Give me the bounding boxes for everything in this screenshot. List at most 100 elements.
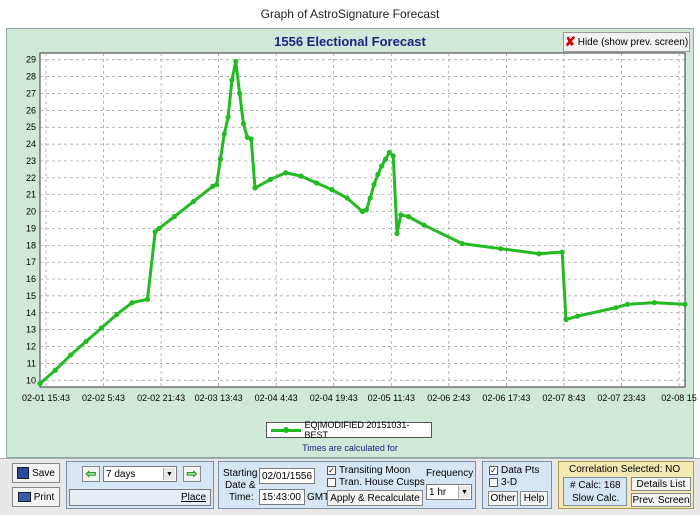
data-point (171, 214, 177, 220)
data-pts-checkbox[interactable]: ✓ Data Pts (489, 465, 539, 476)
data-point (313, 180, 320, 186)
tran-house-cusps-checkbox[interactable]: Tran. House Cusps (327, 477, 425, 488)
data-point (367, 195, 373, 201)
data-point (240, 121, 247, 127)
x-tick-label: 02-02 21:43 (137, 393, 185, 403)
data-point (563, 316, 569, 323)
date-input[interactable]: 02/01/1556 (259, 468, 315, 484)
data-point (613, 305, 619, 311)
y-tick-label: 13 (26, 325, 36, 335)
data-point (559, 249, 565, 255)
y-tick-label: 18 (26, 240, 36, 250)
right-arrow-icon: ⇨ (186, 466, 198, 481)
y-tick-label: 23 (26, 156, 36, 166)
data-point (405, 214, 412, 220)
x-tick-label: 02-07 23:43 (597, 393, 645, 403)
gmt-label: GMT (307, 492, 330, 503)
slow-calc-label: Slow Calc. (572, 493, 620, 504)
three-d-checkbox[interactable]: 3-D (489, 477, 517, 488)
data-point (68, 352, 74, 358)
prev-screen-button[interactable]: Prev. Screen (631, 493, 691, 507)
forward-arrow-button[interactable]: ⇨ (183, 466, 201, 482)
y-tick-label: 25 (26, 122, 36, 132)
correlation-status: Correlation Selected: NO (569, 464, 681, 475)
print-button[interactable]: Print (12, 487, 60, 507)
y-tick-labels: 10 11 12 13 14 15 16 17 18 19 20 21 22 23 24 25 26 27 28 29 (26, 55, 36, 386)
checkbox-empty-icon (327, 477, 336, 487)
data-point (233, 58, 239, 65)
data-point (398, 212, 404, 218)
place-field[interactable]: Place (69, 489, 211, 506)
data-point (248, 136, 254, 142)
y-tick-label: 20 (26, 207, 36, 217)
details-list-button[interactable]: Details List (631, 477, 691, 491)
transiting-moon-checkbox[interactable]: ✓ Transiting Moon (327, 465, 410, 476)
display-options-panel: ✓ Data Pts 3-D Other Help (482, 461, 552, 509)
chevron-down-icon: ▼ (163, 468, 175, 480)
data-point (283, 170, 289, 176)
data-point (651, 300, 657, 306)
legend-swatch (271, 426, 301, 433)
x-tick-label: 02-07 8:43 (542, 393, 585, 403)
data-point (214, 181, 220, 188)
data-point (252, 185, 258, 191)
checkbox-empty-icon (489, 477, 498, 487)
calc-box: # Calc: 168 Slow Calc. (563, 477, 627, 506)
x-tick-label: 02-02 5:43 (82, 393, 125, 403)
other-button[interactable]: Other (488, 491, 518, 506)
data-point (52, 367, 58, 373)
transiting-moon-label: Transiting Moon (339, 465, 411, 476)
save-button[interactable]: Save (12, 463, 60, 483)
correlation-panel: Correlation Selected: NO # Calc: 168 Slo… (558, 461, 694, 509)
data-point (421, 222, 427, 228)
data-point (114, 311, 120, 318)
tran-house-cusps-label: Tran. House Cusps (339, 477, 425, 488)
y-tick-label: 10 (26, 375, 36, 385)
data-point (83, 338, 89, 345)
back-arrow-button[interactable]: ⇦ (82, 466, 100, 482)
apply-label: Apply & Recalculate (330, 492, 420, 504)
details-list-label: Details List (636, 478, 686, 490)
y-tick-label: 28 (26, 72, 36, 82)
data-point (237, 90, 243, 97)
data-point (498, 246, 504, 252)
x-tick-label: 02-04 19:43 (310, 393, 358, 403)
legend: EQ|MODIFIED 20151031-BEST (266, 420, 432, 440)
frequency-select[interactable]: 1 hr ▼ (426, 484, 472, 500)
help-button[interactable]: Help (520, 491, 548, 506)
chevron-down-icon: ▼ (458, 486, 470, 498)
range-value: 7 days (106, 468, 136, 480)
prev-screen-label: Prev. Screen (632, 494, 690, 506)
x-tick-label: 02-01 15:43 (22, 393, 70, 403)
data-point (574, 313, 581, 319)
y-tick-label: 21 (26, 190, 36, 200)
place-label: Place (180, 492, 206, 503)
checkbox-checked-icon: ✓ (489, 465, 498, 475)
y-tick-label: 29 (26, 55, 36, 65)
y-tick-label: 12 (26, 342, 36, 352)
data-point (682, 301, 688, 307)
data-point (225, 114, 231, 120)
apply-recalculate-button[interactable]: Apply & Recalculate (327, 490, 423, 506)
y-tick-label: 16 (26, 274, 36, 284)
legend-label: EQ|MODIFIED 20151031-BEST (304, 420, 410, 440)
data-point (298, 173, 304, 179)
plot-area (39, 52, 686, 388)
y-tick-label: 24 (26, 139, 36, 149)
date-label: Date & (225, 480, 256, 491)
print-label: Print (33, 491, 55, 503)
time-input[interactable]: 15:43:00 (259, 489, 305, 505)
x-tick-label: 02-03 13:43 (195, 393, 243, 403)
data-point (363, 207, 369, 213)
bottom-toolbar: Save Print ⇦ 7 days ▼ ⇨ Place Starting D… (0, 458, 700, 515)
data-point (190, 198, 197, 205)
data-point (371, 181, 377, 188)
three-d-label: 3-D (501, 477, 518, 488)
x-tick-label: 02-06 17:43 (482, 393, 530, 403)
data-point (144, 296, 151, 302)
range-select[interactable]: 7 days ▼ (103, 466, 177, 482)
calc-count: # Calc: 168 (570, 480, 621, 491)
left-arrow-icon: ⇦ (85, 466, 97, 481)
time-value: 15:43:00 (262, 491, 301, 503)
starting-label: Starting (223, 468, 258, 479)
